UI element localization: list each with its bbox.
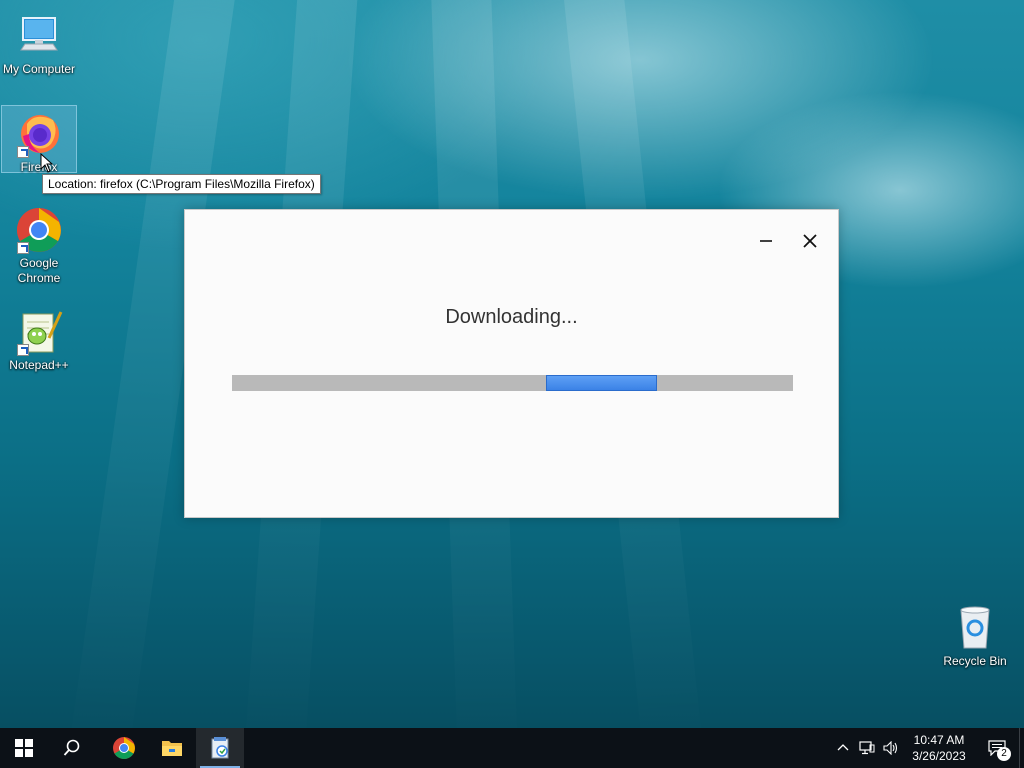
close-button[interactable] [795,226,825,256]
file-explorer-icon [162,741,182,756]
download-dialog: Downloading... [184,209,839,518]
progress-indicator [546,375,657,391]
desktop-icon-firefox[interactable]: Firefox [1,105,77,174]
start-button[interactable] [0,728,48,768]
taskbar: 10:47 AM 3/26/2023 2 [0,728,1024,768]
shortcut-arrow-icon [17,344,29,356]
clock-time: 10:47 AM [913,733,965,747]
taskbar-chrome-button[interactable] [100,728,148,768]
network-button[interactable] [855,728,879,768]
volume-button[interactable] [879,728,903,768]
desktop-icon-label: Recycle Bin [943,654,1007,668]
minimize-icon [760,240,772,242]
chrome-icon [15,206,63,254]
dialog-title: Downloading... [445,306,578,328]
network-icon [859,741,875,755]
taskbar-file-explorer-button[interactable] [148,728,196,768]
desktop-icon-chrome[interactable]: Google Chrome [1,202,77,290]
close-icon [803,234,817,248]
mouse-cursor-icon [40,153,54,173]
desktop-icon-label: Google Chrome [17,256,61,285]
volume-icon [883,741,898,755]
installer-icon [211,737,229,759]
desktop-icon-label: My Computer [2,62,76,76]
show-hidden-icons-button[interactable] [831,728,855,768]
taskbar-installer-button[interactable] [196,728,244,768]
search-icon [63,739,80,756]
desktop-icon-label: Notepad++ [9,358,69,372]
notepadpp-icon [15,308,63,356]
chevron-up-icon [837,744,849,751]
desktop-icon-recycle-bin[interactable]: Recycle Bin [937,600,1013,673]
location-tooltip: Location: firefox (C:\Program Files\Mozi… [42,174,321,194]
computer-icon [15,12,63,60]
show-desktop-button[interactable] [1019,728,1024,768]
recycle-bin-icon [951,604,999,652]
desktop-icon-notepadpp[interactable]: Notepad++ [1,304,77,377]
download-progress-bar [232,375,793,391]
minimize-button[interactable] [751,226,781,256]
notification-count-badge: 2 [997,747,1011,761]
search-button[interactable] [48,728,96,768]
clock[interactable]: 10:47 AM 3/26/2023 [903,732,975,764]
system-tray: 10:47 AM 3/26/2023 2 [831,728,1024,768]
action-center-button[interactable]: 2 [975,728,1019,768]
desktop-icon-label: Firefox [20,160,58,174]
shortcut-arrow-icon [17,242,29,254]
start-icon [15,739,33,757]
chrome-icon [113,737,135,759]
shortcut-arrow-icon [17,146,29,158]
desktop-icon-my-computer[interactable]: My Computer [1,8,77,81]
clock-date: 3/26/2023 [912,749,966,763]
firefox-icon [15,110,63,158]
